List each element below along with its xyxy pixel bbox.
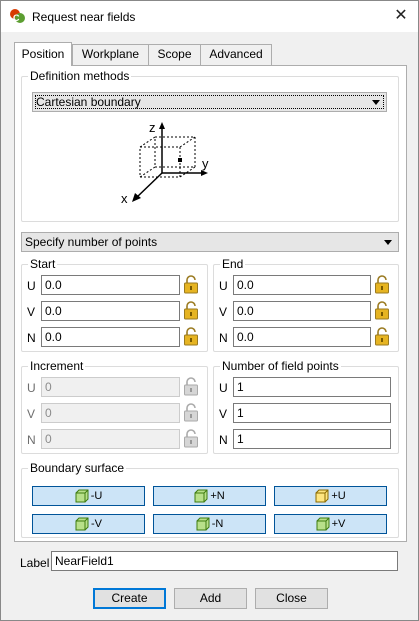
- position-tab-panel: Definition methods Cartesian boundary z …: [14, 65, 407, 542]
- field-points-u-input[interactable]: 1: [233, 377, 391, 397]
- points-mode-select[interactable]: Specify number of points: [21, 232, 399, 252]
- cube-face-icon: [194, 489, 208, 503]
- cube-face-icon: [315, 489, 329, 503]
- increment-group: Increment U 0 V 0 N 0: [21, 359, 208, 454]
- boundary-minus-n-label: -N: [211, 518, 224, 531]
- field-points-group: Number of field points U 1 V 1 N 1: [213, 359, 399, 454]
- field-points-n-label: N: [219, 433, 228, 447]
- lock-icon[interactable]: [183, 301, 199, 320]
- increment-n-input: 0: [41, 429, 180, 449]
- definition-methods-label: Definition methods: [28, 69, 132, 83]
- end-u-input[interactable]: 0.0: [233, 275, 371, 295]
- field-points-group-label: Number of field points: [220, 359, 341, 373]
- end-n-input[interactable]: 0.0: [233, 327, 371, 347]
- definition-method-select[interactable]: Cartesian boundary: [32, 92, 387, 112]
- add-button[interactable]: Add: [174, 588, 247, 609]
- chevron-down-icon: [384, 240, 392, 245]
- start-group: Start U 0.0 V 0.0 N 0.0: [21, 257, 208, 352]
- definition-methods-group: Definition methods Cartesian boundary z …: [21, 69, 399, 222]
- tab-advanced[interactable]: Advanced: [200, 44, 272, 65]
- label-field-label: Label: [20, 556, 50, 570]
- boundary-plus-u-button[interactable]: +U: [274, 486, 387, 506]
- tab-workplane[interactable]: Workplane: [72, 44, 149, 65]
- increment-group-label: Increment: [28, 359, 86, 373]
- boundary-plus-v-button[interactable]: +V: [274, 514, 387, 534]
- start-v-label: V: [27, 305, 36, 319]
- title-bar: C Request near fields ✕: [1, 1, 418, 32]
- end-group-label: End: [220, 257, 246, 271]
- axis-z-label: z: [149, 120, 156, 135]
- axis-y-label: y: [202, 156, 209, 171]
- increment-v-input: 0: [41, 403, 180, 423]
- boundary-plus-n-button[interactable]: +N: [153, 486, 266, 506]
- boundary-minus-u-label: -U: [90, 490, 103, 503]
- end-n-label: N: [219, 331, 228, 345]
- boundary-minus-n-button[interactable]: -N: [153, 514, 266, 534]
- increment-u-label: U: [27, 381, 36, 395]
- boundary-minus-v-button[interactable]: -V: [32, 514, 145, 534]
- dialog-title: Request near fields: [32, 10, 136, 24]
- close-button[interactable]: Close: [255, 588, 328, 609]
- field-points-v-input[interactable]: 1: [233, 403, 391, 423]
- end-u-label: U: [219, 279, 228, 293]
- boundary-minus-v-label: -V: [91, 518, 102, 531]
- app-logo-icon: C: [10, 9, 25, 23]
- focus-rect: [35, 95, 384, 109]
- lock-icon[interactable]: [183, 327, 199, 346]
- boundary-plus-v-label: +V: [331, 518, 346, 531]
- end-v-label: V: [219, 305, 228, 319]
- close-window-button[interactable]: ✕: [391, 7, 411, 25]
- observation-point: [178, 158, 182, 162]
- lock-icon[interactable]: [374, 327, 390, 346]
- boundary-plus-n-label: +N: [210, 490, 225, 503]
- lock-icon: [184, 403, 198, 422]
- cube-face-icon: [75, 489, 89, 503]
- lock-icon[interactable]: [374, 275, 390, 294]
- lock-icon: [184, 377, 198, 396]
- tab-scope[interactable]: Scope: [148, 44, 201, 65]
- start-group-label: Start: [28, 257, 58, 271]
- field-points-n-input[interactable]: 1: [233, 429, 391, 449]
- start-u-input[interactable]: 0.0: [41, 275, 180, 295]
- boundary-minus-u-button[interactable]: -U: [32, 486, 145, 506]
- points-mode-value: Specify number of points: [25, 235, 158, 249]
- field-points-v-label: V: [219, 407, 228, 421]
- boundary-plus-u-label: +U: [331, 490, 346, 503]
- chevron-down-icon: [372, 100, 380, 105]
- increment-v-label: V: [27, 407, 36, 421]
- cube-face-icon: [316, 517, 330, 531]
- lock-icon[interactable]: [183, 275, 199, 294]
- increment-u-input: 0: [41, 377, 180, 397]
- label-input[interactable]: NearField1: [51, 551, 398, 571]
- cube-face-icon: [196, 517, 210, 531]
- dialog-window: C Request near fields ✕ Position Workpla…: [0, 0, 419, 621]
- start-n-input[interactable]: 0.0: [41, 327, 180, 347]
- boundary-surface-group: Boundary surface -U +N +U -V -N +V: [21, 461, 399, 538]
- lock-icon[interactable]: [374, 301, 390, 320]
- field-points-u-label: U: [219, 381, 228, 395]
- end-group: End U 0.0 V 0.0 N 0.0: [213, 257, 399, 352]
- axis-x-label: x: [121, 191, 128, 206]
- cube-face-icon: [75, 517, 89, 531]
- svg-text:C: C: [13, 13, 20, 23]
- start-u-label: U: [27, 279, 36, 293]
- lock-icon: [184, 429, 198, 448]
- end-v-input[interactable]: 0.0: [233, 301, 371, 321]
- increment-n-label: N: [27, 433, 36, 447]
- start-n-label: N: [27, 331, 36, 345]
- boundary-surface-label: Boundary surface: [28, 461, 127, 475]
- start-v-input[interactable]: 0.0: [41, 301, 180, 321]
- tab-position[interactable]: Position: [14, 42, 72, 66]
- create-button[interactable]: Create: [93, 588, 166, 609]
